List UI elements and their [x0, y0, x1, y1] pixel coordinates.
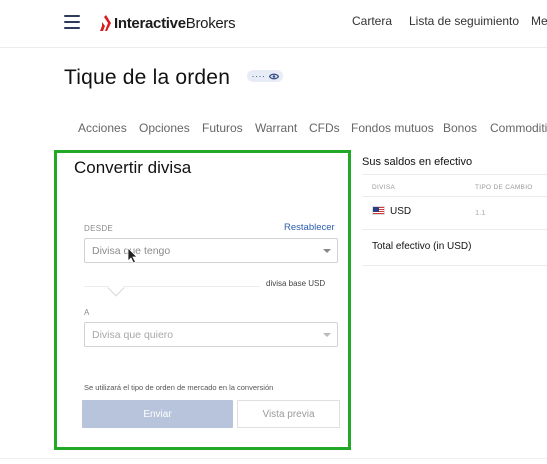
to-currency-select[interactable]: Divisa que quiero [84, 322, 338, 347]
chevron-down-icon [323, 333, 331, 337]
tab-fondos-mutuos[interactable]: Fondos mutuos [351, 121, 434, 135]
panel-title: Convertir divisa [74, 158, 192, 177]
divider [362, 196, 547, 197]
hamburger-menu-icon[interactable] [64, 15, 80, 29]
tab-futuros[interactable]: Futuros [202, 121, 243, 135]
conversion-note: Se utilizará el tipo de orden de mercado… [84, 383, 274, 392]
nav-portfolio[interactable]: Cartera [352, 14, 392, 28]
submit-button[interactable]: Enviar [82, 400, 233, 428]
currency-column-header: DIVISA [372, 184, 396, 191]
cash-balances-title: Sus saldos en efectivo [362, 156, 473, 168]
divider [362, 229, 547, 230]
chevron-down-icon [323, 249, 331, 253]
from-currency-select[interactable]: Divisa que tengo [84, 238, 338, 263]
logo-text: InteractiveBrokers [114, 14, 236, 32]
tab-opciones[interactable]: Opciones [139, 121, 190, 135]
top-navigation-bar: InteractiveBrokers Cartera Lista de segu… [0, 0, 547, 48]
base-currency-note: divisa base USD [266, 279, 326, 288]
from-currency-placeholder: Divisa que tengo [92, 245, 171, 257]
balance-rate: 1.1 [475, 208, 486, 217]
to-currency-placeholder: Divisa que quiero [92, 329, 174, 341]
divider [362, 265, 547, 266]
page-title: Tique de la orden [64, 66, 231, 89]
reset-link[interactable]: Restablecer [284, 222, 335, 233]
view-options-pill[interactable]: ···· [247, 70, 283, 82]
divider [0, 458, 547, 459]
preview-button[interactable]: Vista previa [237, 400, 340, 428]
logo-flame-icon [100, 15, 111, 31]
nav-watchlist[interactable]: Lista de seguimiento [409, 14, 519, 28]
balance-currency: USD [390, 206, 412, 217]
more-dots-icon: ···· [251, 70, 266, 81]
to-label: A [84, 308, 90, 317]
tab-commodities[interactable]: Commoditi [490, 121, 547, 135]
tab-bonos[interactable]: Bonos [443, 121, 477, 135]
tab-warrant[interactable]: Warrant [255, 121, 297, 135]
tab-cfds[interactable]: CFDs [309, 121, 340, 135]
convert-currency-panel: Convertir divisa DESDE Restablecer Divis… [54, 150, 351, 450]
from-label: DESDE [84, 224, 114, 233]
rate-column-header: TIPO DE CAMBIO [475, 184, 533, 191]
interactive-brokers-logo[interactable]: InteractiveBrokers [99, 12, 236, 34]
total-cash-label: Total efectivo (in USD) [372, 241, 472, 252]
eye-icon [268, 73, 279, 79]
nav-more[interactable]: Me [531, 14, 547, 28]
us-flag-icon [372, 206, 385, 215]
divider [362, 174, 547, 175]
tab-acciones[interactable]: Acciones [78, 121, 127, 135]
swap-pointer-icon [107, 279, 125, 297]
